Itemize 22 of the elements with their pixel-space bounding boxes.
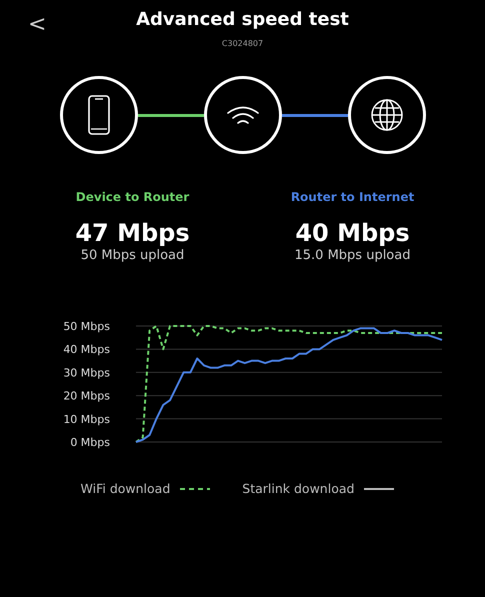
stat-label: Device to Router [76, 189, 190, 206]
y-axis-label: 20 Mbps [63, 390, 110, 402]
legend-label: WiFi download [80, 480, 170, 498]
wifi-icon [226, 105, 260, 125]
upload-speed: 50 Mbps upload [80, 247, 184, 266]
legend-swatch [364, 486, 394, 492]
y-axis-label: 0 Mbps [70, 436, 110, 449]
y-axis-label: 10 Mbps [63, 412, 110, 426]
device-id: C3024807 [220, 38, 264, 50]
page-title: Advanced speed test [136, 9, 349, 31]
globe-icon [370, 98, 404, 132]
download-speed: 47 Mbps [75, 220, 190, 246]
stat-label: Router to Internet [290, 189, 414, 206]
download-speed: 40 Mbps [295, 220, 410, 246]
legend-label: Starlink download [242, 480, 354, 498]
y-axis-label: 40 Mbps [63, 343, 110, 356]
y-axis-label: 30 Mbps [63, 366, 110, 380]
upload-speed: 15.0 Mbps upload [294, 247, 410, 266]
phone-icon [88, 95, 110, 135]
legend-swatch [180, 486, 210, 492]
y-axis-label: 50 Mbps [63, 320, 110, 333]
back-button[interactable]: < [22, 14, 52, 36]
